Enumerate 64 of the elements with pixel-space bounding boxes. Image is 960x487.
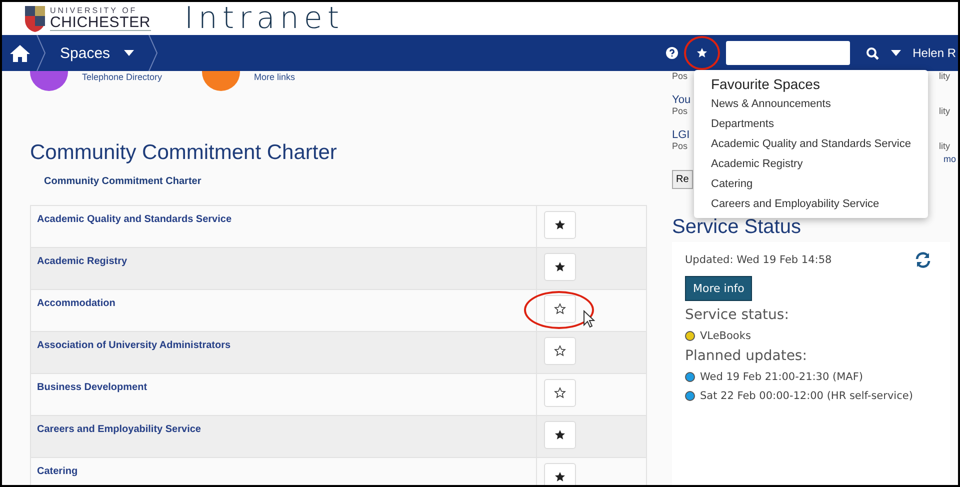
space-link[interactable]: Business Development <box>31 374 536 415</box>
news-meta: Pos <box>672 106 688 118</box>
breadcrumb-link[interactable]: Community Commitment Charter <box>44 176 202 187</box>
crest-icon <box>24 4 46 32</box>
cursor-icon <box>583 310 595 328</box>
status-item: VLeBooks <box>700 330 751 342</box>
menu-item[interactable]: Careers and Employability Service <box>711 194 928 214</box>
space-link[interactable]: Catering <box>31 458 536 485</box>
space-link[interactable]: Accommodation <box>31 290 536 331</box>
breadcrumb-separator <box>148 35 158 71</box>
star-icon <box>554 219 566 231</box>
menu-item[interactable]: Catering <box>711 174 928 194</box>
favourite-button[interactable] <box>544 463 576 485</box>
star-icon <box>554 429 566 441</box>
read-more-button[interactable]: Re <box>672 170 693 189</box>
favourite-button[interactable] <box>544 337 576 365</box>
logo-text: CHICHESTER <box>50 14 151 30</box>
planned-item: Wed 19 Feb 21:00-21:30 (MAF) <box>700 371 863 383</box>
news-meta: Pos <box>672 141 688 153</box>
star-icon <box>554 471 566 483</box>
news-title[interactable]: You <box>672 94 691 106</box>
caret-icon[interactable] <box>890 50 901 56</box>
spaces-menu[interactable]: Spaces <box>52 44 142 62</box>
more-info-button[interactable]: More info <box>685 276 752 301</box>
star-icon <box>554 261 566 273</box>
menu-item[interactable]: Departments <box>711 114 928 134</box>
menu-item[interactable]: Academic Quality and Standards Service <box>711 134 928 154</box>
more-link[interactable]: mo <box>943 154 956 167</box>
logo-text: UNIVERSITY OF <box>50 6 138 14</box>
favourite-button[interactable] <box>544 421 576 449</box>
star-icon <box>554 387 566 399</box>
section-heading: Service status: <box>685 307 789 323</box>
quick-link[interactable]: Telephone Directory <box>82 72 162 91</box>
home-icon[interactable] <box>10 44 30 62</box>
news-meta: lity <box>939 141 950 153</box>
menu-item[interactable]: Academic Registry <box>711 154 928 174</box>
planned-item: Sat 22 Feb 00:00-12:00 (HR self-service) <box>700 390 913 402</box>
search-field[interactable] <box>726 41 850 65</box>
section-heading: Planned updates: <box>685 348 807 364</box>
star-icon <box>554 345 566 357</box>
favourite-button[interactable] <box>544 295 576 323</box>
star-icon <box>554 303 566 315</box>
menu-title: Favourite Spaces <box>711 76 821 92</box>
updated-text: Updated: Wed 19 Feb 14:58 <box>685 254 832 266</box>
refresh-icon[interactable] <box>915 252 931 268</box>
space-link[interactable]: Academic Quality and Standards Service <box>31 206 536 247</box>
quick-link[interactable]: More links <box>254 72 296 91</box>
page-title: Community Commitment Charter <box>30 141 338 165</box>
search-icon[interactable] <box>866 46 879 60</box>
favourite-button[interactable] <box>544 379 576 407</box>
news-meta: lity <box>939 106 950 118</box>
site-title: Intranet <box>184 2 344 36</box>
star-icon <box>696 47 708 59</box>
news-meta: Pos <box>672 71 688 83</box>
menu-item[interactable]: News & Announcements <box>711 94 928 114</box>
user-name[interactable]: Helen R <box>912 46 956 60</box>
favourite-button[interactable] <box>544 253 576 281</box>
caret-icon <box>124 50 134 56</box>
news-title[interactable]: LGI <box>672 129 690 141</box>
breadcrumb-separator <box>36 35 46 71</box>
news-meta: lity <box>939 71 950 83</box>
favourite-button[interactable] <box>544 211 576 239</box>
help-icon[interactable] <box>666 47 678 59</box>
section-heading: Service Status <box>672 216 802 238</box>
